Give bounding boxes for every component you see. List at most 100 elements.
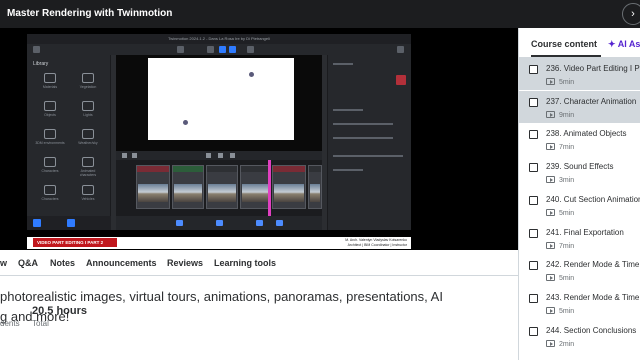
import-icon: [33, 219, 41, 227]
panel-heading: [333, 63, 353, 65]
lecture-duration-text: 5min: [559, 79, 575, 86]
lecture-item[interactable]: 239. Sound Effects 3min: [519, 156, 640, 188]
lecture-item[interactable]: 240. Cut Section Animation 5min: [519, 189, 640, 221]
lecture-item[interactable]: 237. Character Animation 9min: [519, 90, 640, 123]
tool-icon: [177, 46, 184, 53]
lecture-title: 238. Animated Objects: [546, 129, 627, 139]
library-item: Characters: [35, 185, 65, 201]
video-icon: [546, 208, 555, 216]
tab-announcements[interactable]: Announcements: [86, 258, 157, 268]
lecture-checkbox[interactable]: [529, 163, 538, 173]
tab-ai-assistant[interactable]: ✦ AI As: [608, 39, 640, 50]
tool-icon: [176, 220, 183, 226]
lecture-checkbox[interactable]: [529, 326, 538, 336]
video-icon: [546, 143, 555, 151]
play-icon: [206, 153, 211, 158]
control-icon: [218, 153, 223, 158]
lecture-item[interactable]: 244. Section Conclusions 2min: [519, 320, 640, 352]
lights-icon: [82, 101, 94, 111]
timeline-controls: [116, 151, 322, 160]
character-icon: [44, 157, 56, 167]
lecture-duration: 5min: [546, 306, 574, 315]
tab-notes[interactable]: Notes: [50, 258, 75, 268]
app-title-bar: Twinmotion 2024.1.2 - Dans La Rosa Ire b…: [27, 34, 411, 44]
lecture-duration: 9min: [546, 110, 575, 119]
lecture-checkbox[interactable]: [529, 97, 538, 107]
lecture-checkbox[interactable]: [529, 65, 538, 74]
lecture-duration: 5min: [546, 274, 574, 282]
section-badge: VIDEO PART EDITING I PART 2: [33, 238, 117, 247]
library-item: 3DM environments: [35, 129, 65, 145]
timeline-clip: [172, 165, 204, 209]
library-item: Materials: [35, 73, 65, 89]
lecture-item[interactable]: 236. Video Part Editing I Part 1 5min: [519, 58, 640, 90]
property-row: [333, 137, 393, 139]
lecture-item[interactable]: 242. Render Mode & Time I Part 1 5min: [519, 254, 640, 286]
video-icon: [546, 306, 555, 314]
tab-overview[interactable]: w: [0, 258, 7, 268]
lecture-duration-text: 7min: [559, 144, 575, 152]
lecture-duration-text: 5min: [559, 275, 575, 283]
lecture-checkbox[interactable]: [529, 228, 538, 238]
lecture-checkbox[interactable]: [529, 293, 538, 303]
library-item: Objects: [35, 101, 65, 117]
lecture-duration: 7min: [546, 241, 575, 250]
tool-icon: [247, 46, 254, 53]
timeline-clip: [240, 165, 270, 209]
timeline-clip: [308, 165, 322, 209]
tool-icon: [276, 220, 283, 226]
video-icon: [546, 241, 555, 249]
lecture-duration-text: 5min: [559, 209, 575, 217]
property-row: [333, 123, 393, 125]
user-icon: [397, 46, 404, 53]
environment-icon: [44, 129, 56, 139]
timeline-clip: [136, 165, 170, 209]
lecture-title: 243. Render Mode & Time I Part 2: [546, 292, 640, 302]
properties-panel: [327, 55, 411, 230]
timeline-clip: [206, 165, 238, 209]
lecture-duration: 3min: [546, 176, 574, 184]
lecture-duration-text: 7min: [559, 242, 575, 250]
library-title: Library: [33, 61, 49, 67]
tab-course-content[interactable]: Course content: [531, 39, 597, 49]
video-frame-twinmotion: Twinmotion 2024.1.2 - Dans La Rosa Ire b…: [27, 34, 411, 230]
tab-qa[interactable]: Q&A: [18, 258, 38, 268]
lecture-checkbox[interactable]: [529, 130, 538, 140]
scene-marker: [249, 72, 254, 77]
lecture-title: 236. Video Part Editing I Part 1: [546, 64, 640, 73]
tab-reviews[interactable]: Reviews: [167, 258, 203, 268]
students-label: dents: [0, 319, 20, 328]
lecture-title: 239. Sound Effects: [546, 162, 614, 172]
library-item: Animated characters: [73, 157, 103, 177]
control-icon: [230, 153, 235, 158]
video-icon: [546, 176, 555, 184]
tool-icon: [207, 46, 214, 53]
lecture-title: 241. Final Exportation: [546, 227, 624, 237]
active-tool-icon: [396, 75, 406, 85]
lecture-duration: 5min: [546, 78, 574, 86]
animated-character-icon: [82, 157, 94, 167]
lecture-duration-text: 3min: [559, 177, 575, 185]
course-title[interactable]: Master Rendering with Twinmotion: [7, 8, 172, 19]
lecture-duration-text: 2min: [559, 340, 575, 348]
lecture-checkbox[interactable]: [529, 261, 538, 271]
lecture-item[interactable]: 241. Final Exportation 7min: [519, 222, 640, 254]
video-player[interactable]: Twinmotion 2024.1.2 - Dans La Rosa Ire b…: [0, 28, 518, 250]
lecture-duration-text: 9min: [559, 111, 575, 119]
vehicle-icon: [82, 185, 94, 195]
tab-learning-tools[interactable]: Learning tools: [214, 258, 276, 268]
course-tabs: w Q&A Notes Announcements Reviews Learni…: [0, 250, 518, 276]
lecture-checkbox[interactable]: [529, 195, 538, 205]
lecture-item[interactable]: 238. Animated Objects 7min: [519, 123, 640, 155]
lecture-title: 240. Cut Section Animation: [546, 194, 640, 204]
vegetation-icon: [82, 73, 94, 83]
video-icon: [546, 78, 555, 85]
next-arrow-icon[interactable]: ›: [622, 3, 640, 25]
library-item: Weather/sky: [73, 129, 103, 145]
objects-icon: [44, 101, 56, 111]
video-lower-third: VIDEO PART EDITING I PART 2 M. Arch. Val…: [27, 237, 411, 249]
home-icon: [33, 46, 40, 53]
video-icon: [546, 339, 555, 347]
lecture-item[interactable]: 243. Render Mode & Time I Part 2 5min: [519, 287, 640, 319]
library-item: Vegetation: [73, 73, 103, 89]
